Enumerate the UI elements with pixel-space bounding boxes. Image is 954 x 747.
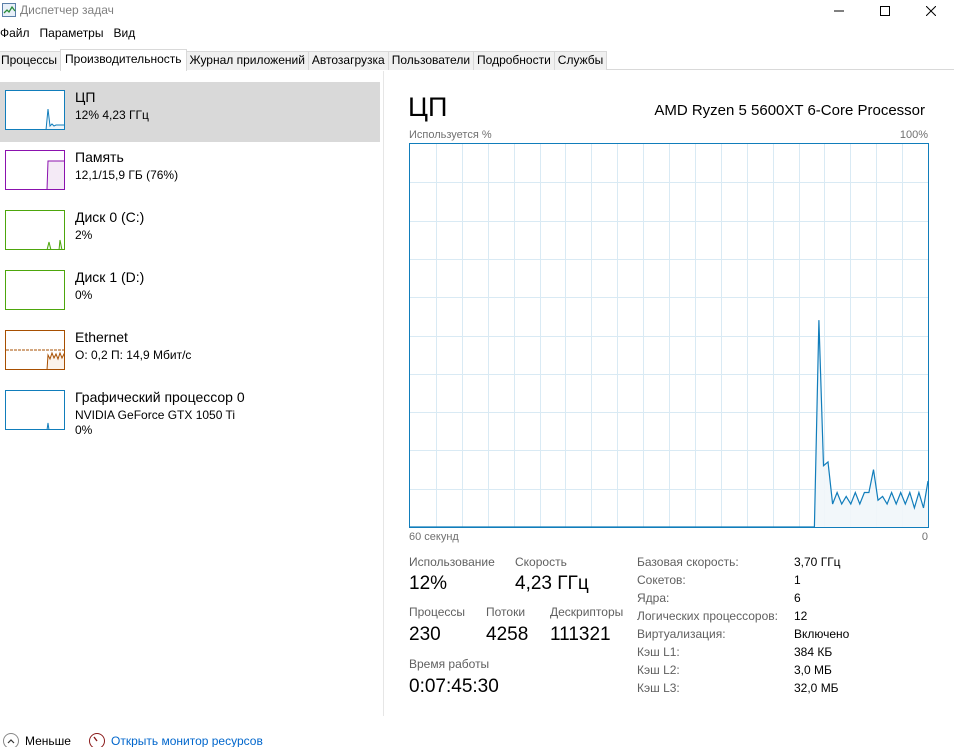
spec-label: Виртуализация: [637, 627, 726, 641]
ethernet-thumbnail-graph [5, 330, 65, 370]
graph-max-label: 100% [899, 129, 928, 141]
menu-options[interactable]: Параметры [40, 26, 107, 44]
spec-value: 12 [794, 609, 808, 623]
spec-value: 3,0 МБ [794, 663, 832, 677]
tab-services[interactable]: Службы [553, 51, 608, 70]
spec-value: 384 КБ [794, 645, 833, 659]
tab-startup[interactable]: Автозагрузка [307, 51, 389, 70]
page-title: ЦП [408, 92, 448, 122]
sidebar-item-gpu-0[interactable]: Графический процессор 0 NVIDIA GeForce G… [0, 382, 380, 442]
maximize-icon [880, 6, 890, 16]
sidebar-item-disk-1[interactable]: Диск 1 (D:) 0% [0, 262, 380, 322]
task-manager-app-icon [2, 3, 16, 17]
usage-label: Использование [409, 555, 495, 569]
handles-label: Дескрипторы [550, 605, 624, 619]
sidebar-item-detail: 12% 4,23 ГГц [75, 108, 149, 122]
sidebar-item-detail: О: 0,2 П: 14,9 Мбит/с [75, 348, 192, 362]
graph-min-label: 0 [921, 531, 928, 543]
cpu-usage-plot [410, 144, 928, 527]
minimize-button[interactable] [816, 0, 862, 22]
threads-label: Потоки [486, 605, 526, 619]
sidebar-item-name: Память [75, 149, 124, 165]
sidebar-item-name: ЦП [75, 89, 96, 105]
sidebar-item-detail: 12,1/15,9 ГБ (76%) [75, 168, 179, 182]
tab-app-history[interactable]: Журнал приложений [185, 51, 309, 70]
tab-details[interactable]: Подробности [473, 51, 555, 70]
graph-time-span-label: 60 секунд [409, 531, 459, 543]
spec-value: 32,0 МБ [794, 681, 839, 695]
sidebar-item-memory[interactable]: Память 12,1/15,9 ГБ (76%) [0, 142, 380, 202]
speed-value: 4,23 ГГц [515, 573, 589, 594]
spec-value: 6 [794, 591, 801, 605]
minimize-icon [834, 10, 844, 12]
sidebar-item-percent: 0% [75, 423, 93, 437]
open-resource-monitor-link[interactable]: Открыть монитор ресурсов [89, 733, 263, 747]
spec-value: Включено [794, 627, 850, 641]
tab-performance[interactable]: Производительность [60, 49, 187, 71]
resource-sidebar: ЦП 12% 4,23 ГГц Память 12,1/15,9 ГБ (76%… [0, 71, 384, 747]
uptime-value: 0:07:45:30 [409, 676, 499, 697]
fewer-details-label: Меньше [25, 734, 71, 747]
memory-thumbnail-graph [5, 150, 65, 190]
sidebar-item-detail: NVIDIA GeForce GTX 1050 Ti [75, 408, 236, 422]
open-resource-monitor-label: Открыть монитор ресурсов [111, 734, 263, 747]
spec-label: Кэш L2: [637, 663, 680, 677]
cpu-usage-graph [409, 143, 929, 528]
processes-value: 230 [409, 624, 441, 645]
sidebar-item-name: Графический процессор 0 [75, 389, 245, 405]
sidebar-item-detail: 2% [75, 228, 93, 242]
threads-value: 4258 [486, 624, 529, 645]
chevron-up-icon [3, 733, 19, 747]
spec-label: Ядра: [637, 591, 670, 605]
tab-bar: Процессы Производительность Журнал прило… [0, 48, 954, 71]
spec-value: 3,70 ГГц [794, 555, 841, 569]
sidebar-divider [383, 71, 384, 716]
close-button[interactable] [908, 0, 954, 22]
speed-label: Скорость [515, 555, 567, 569]
processes-label: Процессы [409, 605, 466, 619]
menu-file[interactable]: Файл [0, 26, 33, 44]
cpu-thumbnail-graph [5, 90, 65, 130]
menu-view[interactable]: Вид [113, 26, 138, 44]
tab-users[interactable]: Пользователи [387, 51, 475, 70]
gpu-thumbnail-graph [5, 390, 65, 430]
usage-value: 12% [409, 573, 448, 594]
sidebar-item-cpu[interactable]: ЦП 12% 4,23 ГГц [0, 82, 380, 142]
disk1-thumbnail-graph [5, 270, 65, 310]
sidebar-item-ethernet[interactable]: Ethernet О: 0,2 П: 14,9 Мбит/с [0, 322, 380, 382]
processor-name: AMD Ryzen 5 5600XT 6-Core Processor [654, 102, 925, 119]
resource-monitor-icon [89, 733, 105, 747]
sidebar-item-name: Ethernet [75, 329, 128, 345]
sidebar-item-name: Диск 0 (C:) [75, 209, 145, 225]
close-icon [926, 6, 936, 16]
title-bar: Диспетчер задач [0, 0, 954, 22]
sidebar-item-detail: 0% [75, 288, 93, 302]
uptime-label: Время работы [409, 657, 490, 671]
handles-value: 111321 [550, 624, 611, 645]
disk0-thumbnail-graph [5, 210, 65, 250]
spec-label: Базовая скорость: [637, 555, 739, 569]
graph-y-label: Используется % [409, 129, 492, 141]
sidebar-item-disk-0[interactable]: Диск 0 (C:) 2% [0, 202, 380, 262]
spec-label: Сокетов: [637, 573, 686, 587]
spec-label: Кэш L1: [637, 645, 680, 659]
spec-label: Логических процессоров: [637, 609, 778, 623]
fewer-details-button[interactable]: Меньше [3, 733, 71, 747]
menu-bar: Файл Параметры Вид [0, 26, 145, 44]
graph-grid [410, 144, 928, 527]
maximize-button[interactable] [862, 0, 908, 22]
sidebar-item-name: Диск 1 (D:) [75, 269, 145, 285]
footer-bar: Меньше Открыть монитор ресурсов [0, 730, 954, 747]
tab-processes[interactable]: Процессы [0, 51, 62, 70]
spec-value: 1 [794, 573, 801, 587]
spec-label: Кэш L3: [637, 681, 680, 695]
window-title: Диспетчер задач [20, 3, 114, 17]
